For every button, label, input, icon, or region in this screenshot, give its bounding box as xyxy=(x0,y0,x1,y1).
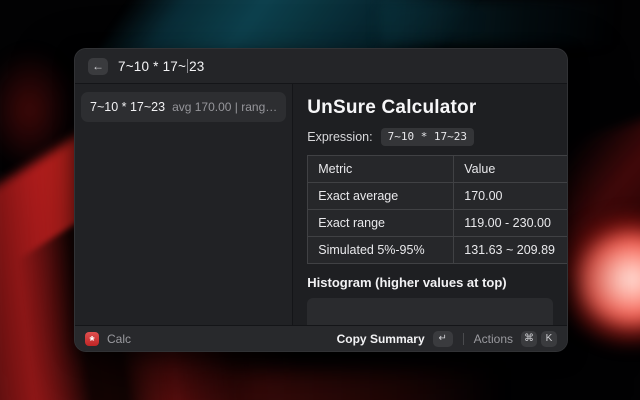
expression-value-chip: 7~10 * 17~23 xyxy=(381,128,474,146)
search-input[interactable]: 7~10 * 17~ 23 xyxy=(118,59,205,74)
histogram-heading: Histogram (higher values at top) xyxy=(307,275,553,290)
main-area: 7~10 * 17~23 avg 170.00 | rang… UnSure C… xyxy=(75,84,567,325)
metric-name: Exact average xyxy=(308,183,454,210)
k-key-badge: K xyxy=(541,331,557,347)
wallpaper-red-bottom xyxy=(170,368,500,400)
detail-panel: UnSure Calculator Expression: 7~10 * 17~… xyxy=(293,84,567,325)
query-text-after-caret: 23 xyxy=(189,59,204,74)
list-item-subtitle: avg 170.00 | rang… xyxy=(172,100,277,114)
expression-row: Expression: 7~10 * 17~23 xyxy=(307,128,553,146)
action-bar: * Calc Copy Summary ↵ Actions ⌘ K xyxy=(75,325,567,351)
actions-shortcut: ⌘ K xyxy=(521,331,557,347)
page-title: UnSure Calculator xyxy=(307,97,553,119)
wallpaper-teal-tail xyxy=(380,0,640,45)
enter-key-badge: ↵ xyxy=(433,331,453,347)
cmd-key-badge: ⌘ xyxy=(521,331,537,347)
metric-value: 170.00 xyxy=(454,183,567,210)
divider xyxy=(463,333,464,345)
copy-summary-button[interactable]: Copy Summary xyxy=(337,332,425,346)
column-header-metric: Metric xyxy=(308,156,454,183)
back-button[interactable]: ← xyxy=(88,58,108,75)
app-name: Calc xyxy=(107,332,131,346)
search-bar: ← 7~10 * 17~ 23 xyxy=(75,49,567,84)
calc-app-icon: * xyxy=(85,332,99,346)
metric-value: 131.63 ~ 209.89 xyxy=(454,237,567,264)
back-arrow-icon: ← xyxy=(92,60,104,72)
table-row: Simulated 5%-95% 131.63 ~ 209.89 xyxy=(308,237,567,264)
actions-button[interactable]: Actions xyxy=(474,332,513,346)
metrics-table: Metric Value Exact average 170.00 Exact … xyxy=(307,155,567,264)
query-text-before-caret: 7~10 * 17~ xyxy=(118,59,186,74)
table-row: Exact range 119.00 - 230.00 xyxy=(308,210,567,237)
histogram-block: 258.77 | 250.29 | 241.80 | xyxy=(307,298,553,325)
list-item-selected[interactable]: 7~10 * 17~23 avg 170.00 | rang… xyxy=(81,92,286,122)
result-list: 7~10 * 17~23 avg 170.00 | rang… xyxy=(75,84,293,325)
text-caret xyxy=(187,59,188,73)
expression-label: Expression: xyxy=(307,130,372,144)
return-key-icon: ↵ xyxy=(438,333,446,344)
list-item-title: 7~10 * 17~23 xyxy=(90,100,165,114)
launcher-window: ← 7~10 * 17~ 23 7~10 * 17~23 avg 170.00 … xyxy=(74,48,568,352)
table-row: Exact average 170.00 xyxy=(308,183,567,210)
metric-value: 119.00 - 230.00 xyxy=(454,210,567,237)
metric-name: Exact range xyxy=(308,210,454,237)
metric-name: Simulated 5%-95% xyxy=(308,237,454,264)
column-header-value: Value xyxy=(454,156,567,183)
table-header-row: Metric Value xyxy=(308,156,567,183)
